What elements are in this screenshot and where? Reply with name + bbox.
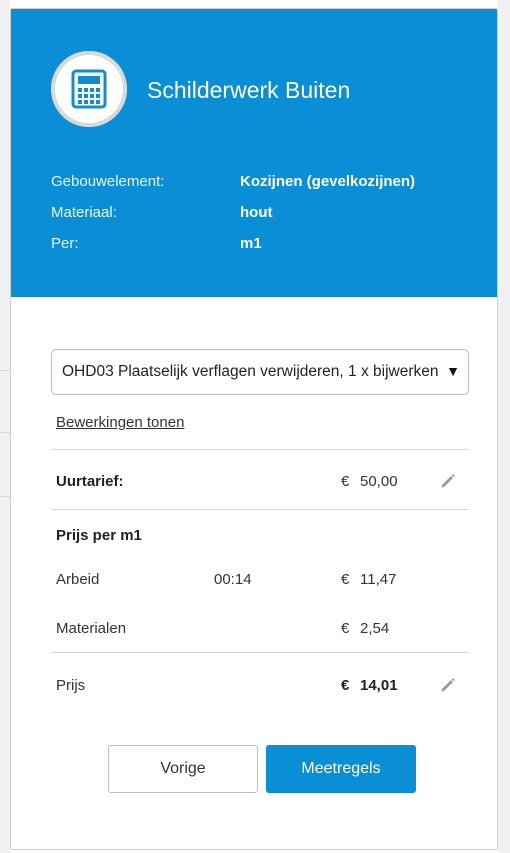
show-operations-link[interactable]: Bewerkingen tonen <box>56 414 184 431</box>
labor-label: Arbeid <box>56 571 100 588</box>
divider <box>51 652 469 653</box>
modal-title: Schilderwerk Buiten <box>147 77 351 103</box>
materials-amount: 2,54 <box>360 620 390 637</box>
calculation-modal: Schilderwerk Buiten Gebouwelement: Kozij… <box>10 8 498 850</box>
operation-select-value: OHD03 Plaatselijk verflagen verwijderen,… <box>62 363 439 380</box>
price-per-unit-heading: Prijs per m1 <box>56 527 142 544</box>
page-backdrop-left <box>0 0 10 853</box>
edit-price-pencil-icon[interactable] <box>439 676 457 694</box>
backdrop-divider <box>0 496 10 497</box>
page-backdrop-right <box>498 0 510 853</box>
total-price-amount: 14,01 <box>360 677 398 694</box>
materials-currency: € <box>341 620 350 637</box>
divider <box>51 449 469 450</box>
dropdown-arrow-icon[interactable]: ▼ <box>446 363 460 379</box>
labor-currency: € <box>341 571 350 588</box>
labor-time: 00:14 <box>214 571 252 588</box>
materials-label: Materialen <box>56 620 127 637</box>
hourly-rate-amount: 50,00 <box>360 473 398 490</box>
hourly-rate-currency: € <box>341 473 350 490</box>
measurement-lines-button[interactable]: Meetregels <box>266 745 416 793</box>
modal-header: Schilderwerk Buiten Gebouwelement: Kozij… <box>11 9 497 297</box>
edit-hourly-rate-pencil-icon[interactable] <box>439 472 457 490</box>
hourly-rate-label: Uurtarief: <box>56 473 124 490</box>
meta-value-building-element: Kozijnen (gevelkozijnen) <box>240 173 416 190</box>
calculator-icon <box>51 51 127 127</box>
meta-label-unit: Per: <box>51 235 79 252</box>
labor-amount: 11,47 <box>360 571 397 588</box>
total-price-label: Prijs <box>56 677 86 694</box>
divider <box>51 509 469 510</box>
meta-value-unit: m1 <box>240 235 262 252</box>
total-price-currency: € <box>341 677 350 694</box>
meta-value-material: hout <box>240 204 273 221</box>
operation-select[interactable]: OHD03 Plaatselijk verflagen verwijderen,… <box>51 349 469 395</box>
meta-label-building-element: Gebouwelement: <box>51 173 165 190</box>
meta-label-material: Materiaal: <box>51 204 117 221</box>
backdrop-divider <box>0 370 10 371</box>
previous-button[interactable]: Vorige <box>108 745 258 793</box>
backdrop-divider <box>0 432 10 433</box>
